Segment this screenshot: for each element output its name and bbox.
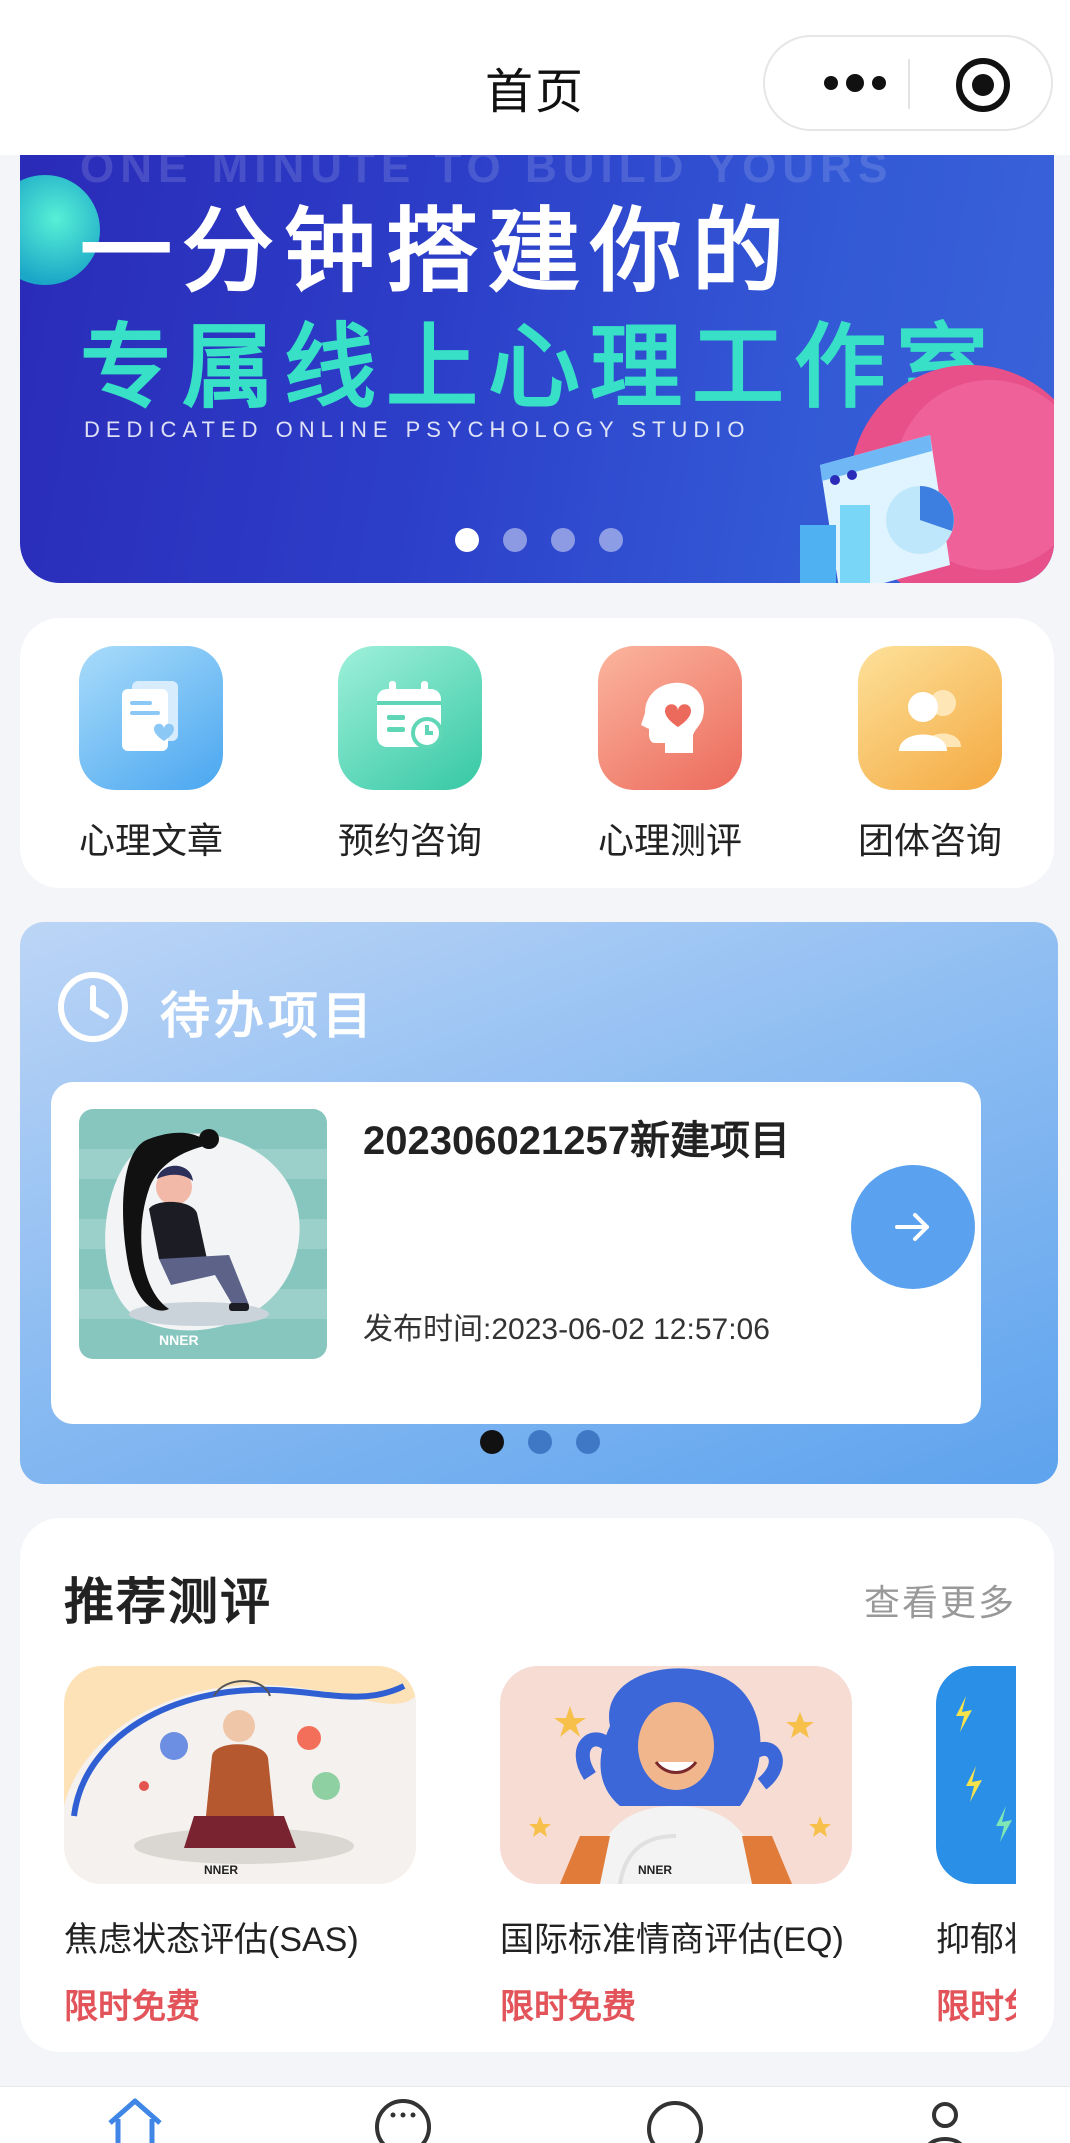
- assessment-image: [936, 1666, 1016, 1884]
- nav-psych-articles[interactable]: 心理文章: [76, 646, 226, 864]
- banner-dot[interactable]: [503, 528, 527, 552]
- banner-headline: 一分钟搭建你的: [80, 201, 795, 303]
- mini-program-capsule: [763, 35, 1053, 131]
- assessment-badge: 限时免费: [500, 1988, 636, 2026]
- todo-open-button[interactable]: [851, 1165, 975, 1289]
- home-icon[interactable]: [100, 2093, 170, 2143]
- assessment-card-eq[interactable]: NNER 国际标准情商评估(EQ) 限时免费: [500, 1666, 852, 2028]
- svg-text:NNER: NNER: [638, 1863, 672, 1877]
- svg-text:NNER: NNER: [204, 1863, 238, 1877]
- todo-card[interactable]: NNER 202306021257新建项目 发布时间:2023-06-02 12…: [51, 1082, 981, 1424]
- more-menu-icon[interactable]: [805, 37, 905, 129]
- nav-psych-assessment[interactable]: 心理测评: [595, 646, 745, 864]
- todo-title: 待办项目: [160, 988, 376, 1044]
- assessment-image: NNER: [500, 1666, 852, 1884]
- assessment-badge: 限时免: [936, 1988, 1016, 2026]
- head-heart-icon: [598, 646, 742, 790]
- banner-dot[interactable]: [599, 528, 623, 552]
- recommend-scroller[interactable]: NNER 焦虑状态评估(SAS) 限时免费 NNER 国际标准情商评估(EQ) …: [64, 1666, 1016, 2046]
- todo-dot[interactable]: [528, 1430, 552, 1454]
- svg-text:NNER: NNER: [159, 1332, 199, 1348]
- banner-dot-active[interactable]: [455, 528, 479, 552]
- assessment-card-depression[interactable]: 抑郁状 限时免: [936, 1666, 1016, 2028]
- capsule-divider: [908, 59, 910, 109]
- article-icon: [79, 646, 223, 790]
- nav-label: 心理文章: [78, 820, 223, 861]
- close-target-icon[interactable]: [955, 57, 1011, 113]
- recommend-section: 推荐测评 查看更多 NNER 焦虑状态评估(SAS) 限时免费 NNER 国际标…: [20, 1518, 1054, 2052]
- banner-dot[interactable]: [551, 528, 575, 552]
- nav-book-consult[interactable]: 预约咨询: [335, 646, 485, 864]
- banner-carousel[interactable]: ONE MINUTE TO BUILD YOURS 一分钟搭建你的 专属线上心理…: [20, 155, 1054, 583]
- top-nav-bar: 首页: [0, 0, 1070, 155]
- recommend-title: 推荐测评: [64, 1574, 272, 1630]
- todo-thumbnail: NNER: [79, 1109, 327, 1359]
- view-more-link[interactable]: 查看更多: [864, 1574, 1016, 1626]
- todo-item-name: 202306021257新建项目: [363, 1119, 790, 1163]
- assessment-name: 焦虑状态评估(SAS): [64, 1921, 359, 1959]
- assessment-image: NNER: [64, 1666, 416, 1884]
- bottom-tab-bar: [0, 2086, 1070, 2143]
- user-icon[interactable]: [910, 2093, 980, 2143]
- todo-pagination: [480, 1430, 600, 1454]
- nav-label: 心理测评: [597, 820, 742, 861]
- banner-eng-subtitle: DEDICATED ONLINE PSYCHOLOGY STUDIO: [84, 417, 751, 442]
- nav-label: 预约咨询: [337, 820, 482, 861]
- message-icon[interactable]: [640, 2093, 710, 2143]
- assessment-card-sas[interactable]: NNER 焦虑状态评估(SAS) 限时免费: [64, 1666, 416, 2028]
- nav-group-consult[interactable]: 团体咨询: [855, 646, 1005, 864]
- chat-dots-icon[interactable]: [368, 2093, 438, 2143]
- banner-illustration: [800, 365, 1054, 583]
- quick-nav-grid: 心理文章 预约咨询 心理测评 团体咨询: [20, 618, 1054, 888]
- todo-dot-active[interactable]: [480, 1430, 504, 1454]
- group-icon: [858, 646, 1002, 790]
- banner-pagination: [455, 528, 623, 552]
- assessment-badge: 限时免费: [64, 1988, 200, 2026]
- todo-item-time: 发布时间:2023-06-02 12:57:06: [363, 1313, 770, 1346]
- assessment-name: 国际标准情商评估(EQ): [500, 1921, 844, 1959]
- todo-dot[interactable]: [576, 1430, 600, 1454]
- assessment-name: 抑郁状: [936, 1921, 1016, 1959]
- arrow-right-icon: [895, 1213, 929, 1241]
- nav-label: 团体咨询: [857, 820, 1002, 861]
- todo-section: 待办项目 NNER 202306021257新建项目 发布时间:2023-06-…: [20, 922, 1058, 1484]
- calendar-icon: [338, 646, 482, 790]
- clock-icon: [58, 972, 128, 1042]
